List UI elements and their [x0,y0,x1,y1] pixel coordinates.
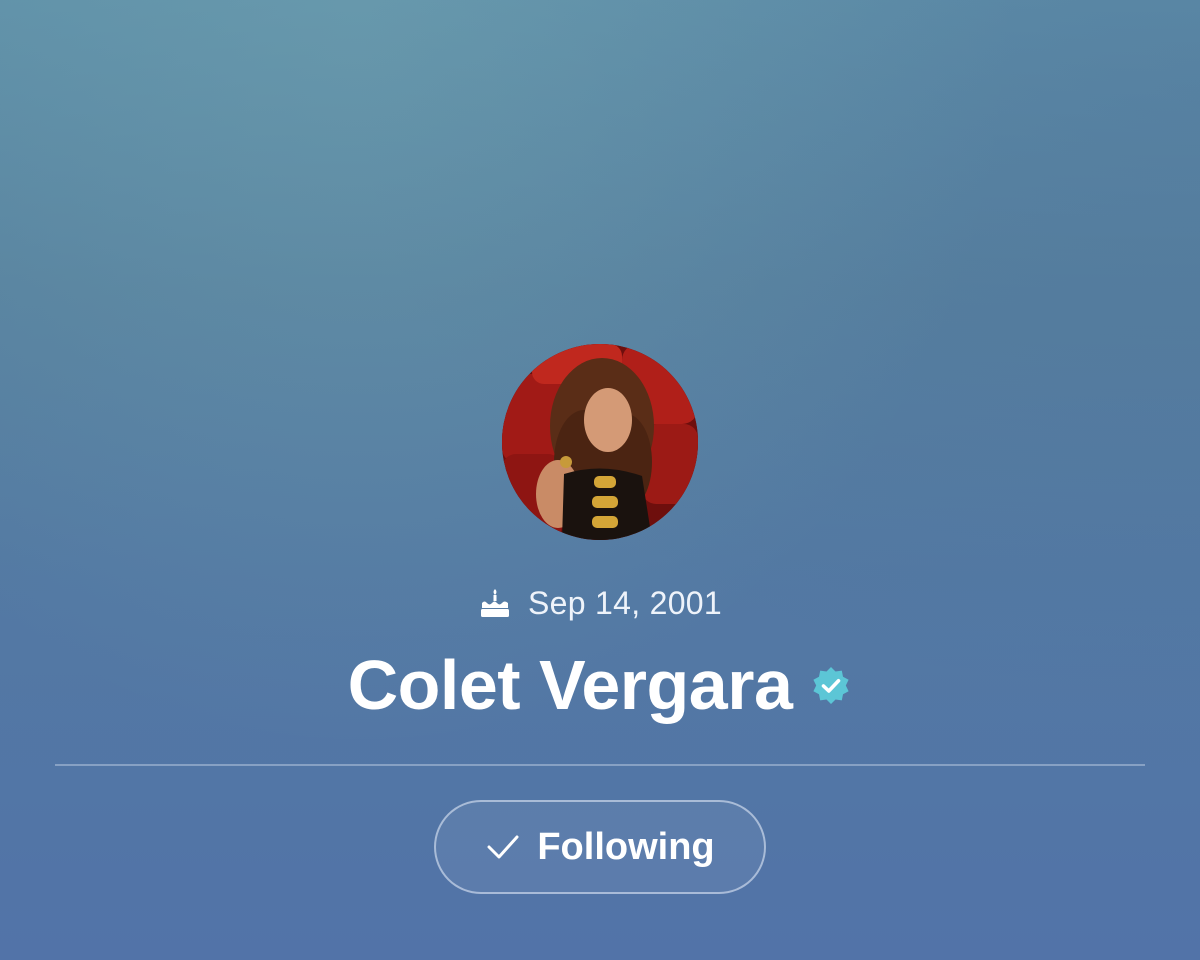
following-button[interactable]: Following [434,800,766,894]
verified-badge-icon [813,667,850,704]
following-label: Following [537,825,715,868]
name-row: Colet Vergara [0,640,1200,730]
divider [55,764,1145,766]
avatar-image [502,344,698,540]
birthday-date: Sep 14, 2001 [528,584,722,621]
checkmark-icon [487,835,519,859]
display-name: Colet Vergara [347,646,793,724]
cake-icon [481,589,509,617]
avatar[interactable] [502,344,698,540]
birthday-row: Sep 14, 2001 [0,582,1200,624]
